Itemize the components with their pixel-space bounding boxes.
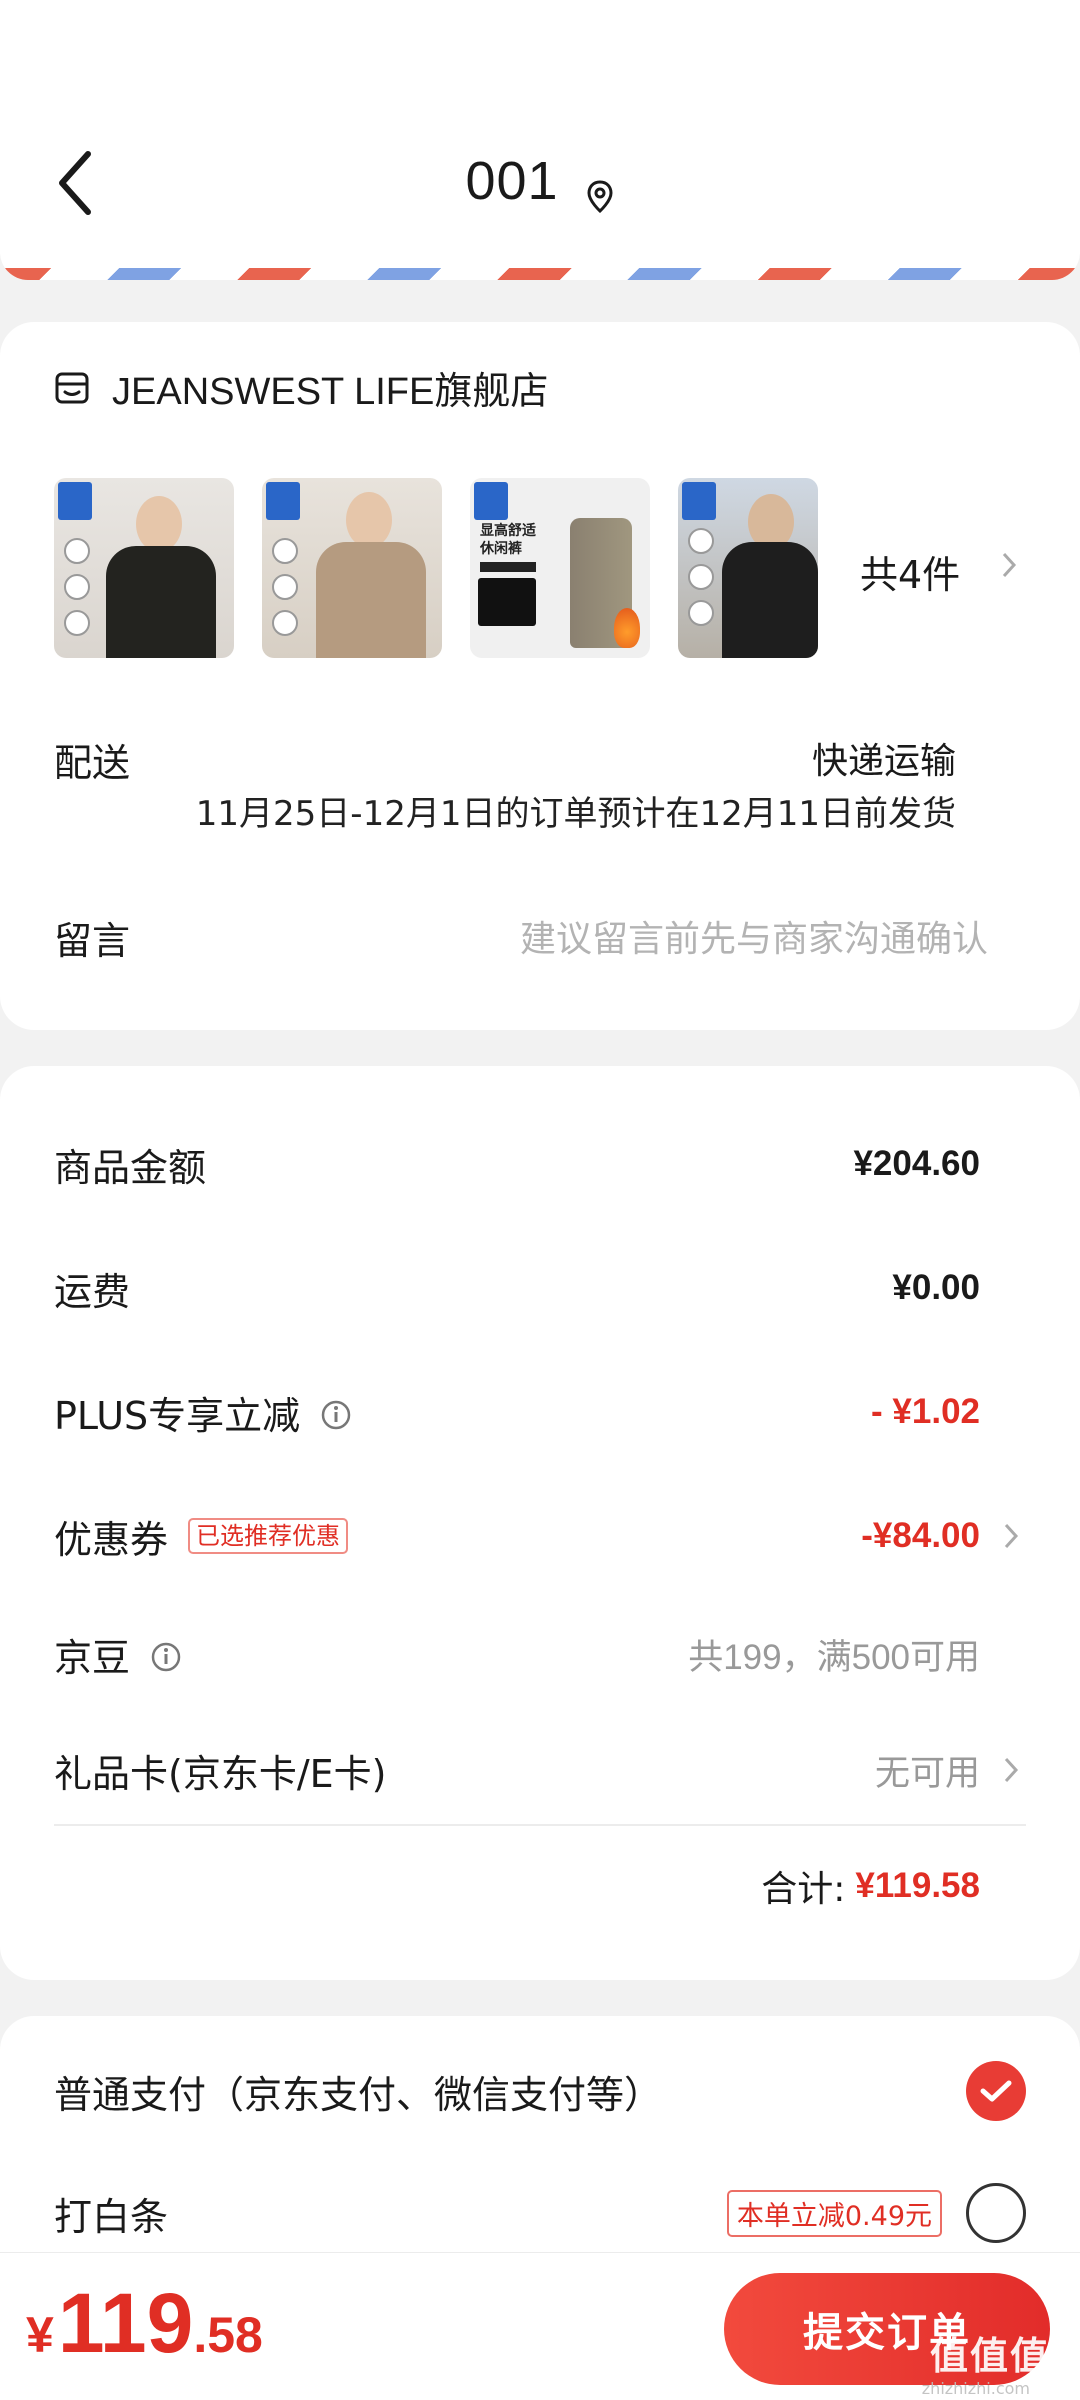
product-thumb-pants[interactable]: 显高舒适 休闲裤 bbox=[470, 478, 650, 658]
info-icon[interactable] bbox=[320, 1396, 352, 1430]
items-count[interactable]: 共4件 bbox=[860, 544, 960, 599]
coupon-label: 优惠券 bbox=[54, 1517, 169, 1562]
plus-discount-row: PLUS专享立减 - ¥1.02 bbox=[54, 1382, 980, 1442]
fire-icon bbox=[614, 608, 640, 648]
feature-icon bbox=[64, 574, 90, 600]
product-thumbnails[interactable]: 显高舒适 休闲裤 bbox=[54, 478, 818, 658]
brand-badge bbox=[266, 482, 300, 520]
model-head bbox=[346, 492, 392, 548]
airmail-border bbox=[0, 268, 1080, 280]
delivery-label: 配送 bbox=[54, 741, 131, 785]
shipping-row: 运费 ¥0.00 bbox=[54, 1258, 980, 1318]
jingdou-label: 京豆 bbox=[54, 1635, 131, 1680]
pants-title: 显高舒适 休闲裤 bbox=[480, 523, 536, 557]
normal-payment-label: 普通支付（京东支付、微信支付等） bbox=[54, 2072, 663, 2117]
divider bbox=[54, 1824, 1026, 1826]
feature-icon bbox=[272, 574, 298, 600]
address-name: 001 bbox=[465, 151, 559, 211]
store-name: JEANSWEST LIFE旗舰店 bbox=[112, 371, 549, 413]
jingdou-row: 京豆 共199，满500可用 bbox=[54, 1624, 980, 1684]
feature-icon bbox=[688, 528, 714, 554]
baitiao-payment-option[interactable]: 打白条 本单立减0.49元 bbox=[54, 2178, 1026, 2248]
feature-icon bbox=[272, 538, 298, 564]
fabric-swatch bbox=[478, 578, 536, 626]
baitiao-promo-tag: 本单立减0.49元 bbox=[726, 2189, 942, 2237]
brand-badge bbox=[58, 482, 92, 520]
chevron-right-icon bbox=[1004, 1523, 1019, 1549]
feature-icon bbox=[688, 600, 714, 626]
total-price: ¥ 119 .58 bbox=[26, 2275, 263, 2372]
baitiao-label: 打白条 bbox=[54, 2194, 169, 2239]
chevron-right-icon bbox=[1004, 1757, 1019, 1783]
product-thumb-beige-sweater[interactable] bbox=[262, 478, 442, 658]
subtotal-label: 合计: bbox=[761, 1869, 846, 1910]
amount-card: 商品金额 ¥204.60 运费 ¥0.00 PLUS专享立减 - ¥1.02 优… bbox=[0, 1066, 1080, 1980]
goods-amount-value: ¥204.60 bbox=[853, 1144, 980, 1183]
feature-icon bbox=[64, 610, 90, 636]
chevron-right-icon[interactable] bbox=[1000, 550, 1018, 580]
currency-symbol: ¥ bbox=[26, 2307, 54, 2363]
page-title[interactable]: 001 bbox=[0, 150, 1080, 214]
subtotal-row: 合计: ¥119.58 bbox=[54, 1856, 980, 1916]
pants-tag bbox=[480, 562, 536, 572]
feature-icon bbox=[64, 538, 90, 564]
giftcard-row[interactable]: 礼品卡(京东卡/E卡) 无可用 bbox=[54, 1740, 1020, 1800]
location-pin-icon bbox=[585, 166, 615, 214]
brand-badge bbox=[474, 482, 508, 520]
info-icon[interactable] bbox=[150, 1638, 182, 1672]
header: 001 bbox=[0, 0, 1080, 280]
watermark-logo: 值值值 bbox=[929, 2334, 1050, 2378]
product-thumb-black-sweater[interactable] bbox=[54, 478, 234, 658]
radio-checked-icon[interactable] bbox=[966, 2061, 1026, 2121]
feature-icon bbox=[688, 564, 714, 590]
message-label: 留言 bbox=[54, 919, 131, 963]
watermark-url: zhizhizhi.com bbox=[921, 2379, 1030, 2398]
beige-sweater bbox=[316, 542, 426, 658]
jingdou-value: 共199，满500可用 bbox=[688, 1637, 980, 1677]
bottom-bar: ¥ 119 .58 提交订单 值值值 zhizhizhi.com bbox=[0, 2252, 1080, 2400]
total-decimal: .58 bbox=[193, 2307, 263, 2363]
product-thumb-vest[interactable] bbox=[678, 478, 818, 658]
message-input[interactable]: 建议留言前先与商家沟通确认 bbox=[520, 910, 988, 962]
subtotal-value: ¥119.58 bbox=[855, 1866, 980, 1905]
radio-unchecked-icon[interactable] bbox=[966, 2183, 1026, 2243]
giftcard-label: 礼品卡(京东卡/E卡) bbox=[54, 1751, 387, 1796]
shipping-label: 运费 bbox=[54, 1269, 131, 1314]
coupon-tag: 已选推荐优惠 bbox=[188, 1518, 349, 1554]
coupon-value: -¥84.00 bbox=[861, 1516, 980, 1555]
delivery-method[interactable]: 快递运输 bbox=[812, 732, 956, 784]
black-sweater bbox=[106, 546, 216, 658]
store-header[interactable]: JEANSWEST LIFE旗舰店 bbox=[54, 360, 548, 415]
brand-badge bbox=[682, 482, 716, 520]
goods-amount-label: 商品金额 bbox=[54, 1145, 207, 1190]
model-head bbox=[136, 496, 182, 552]
shipping-value: ¥0.00 bbox=[892, 1268, 980, 1307]
black-vest bbox=[722, 542, 818, 658]
coupon-row[interactable]: 优惠券 已选推荐优惠 -¥84.00 bbox=[54, 1506, 1020, 1566]
normal-payment-option[interactable]: 普通支付（京东支付、微信支付等） bbox=[54, 2056, 1026, 2126]
delivery-notice: 11月25日-12月1日的订单预计在12月11日前发货 bbox=[195, 794, 956, 834]
giftcard-value: 无可用 bbox=[874, 1753, 980, 1793]
plus-discount-value: - ¥1.02 bbox=[871, 1392, 980, 1431]
goods-amount-row: 商品金额 ¥204.60 bbox=[54, 1134, 980, 1194]
store-card: JEANSWEST LIFE旗舰店 显高舒适 休闲裤 共4件 配送 快递运输 1… bbox=[0, 322, 1080, 1030]
store-icon bbox=[54, 370, 90, 406]
total-integer: 119 bbox=[57, 2276, 194, 2370]
feature-icon bbox=[272, 610, 298, 636]
plus-discount-label: PLUS专享立减 bbox=[54, 1393, 301, 1438]
